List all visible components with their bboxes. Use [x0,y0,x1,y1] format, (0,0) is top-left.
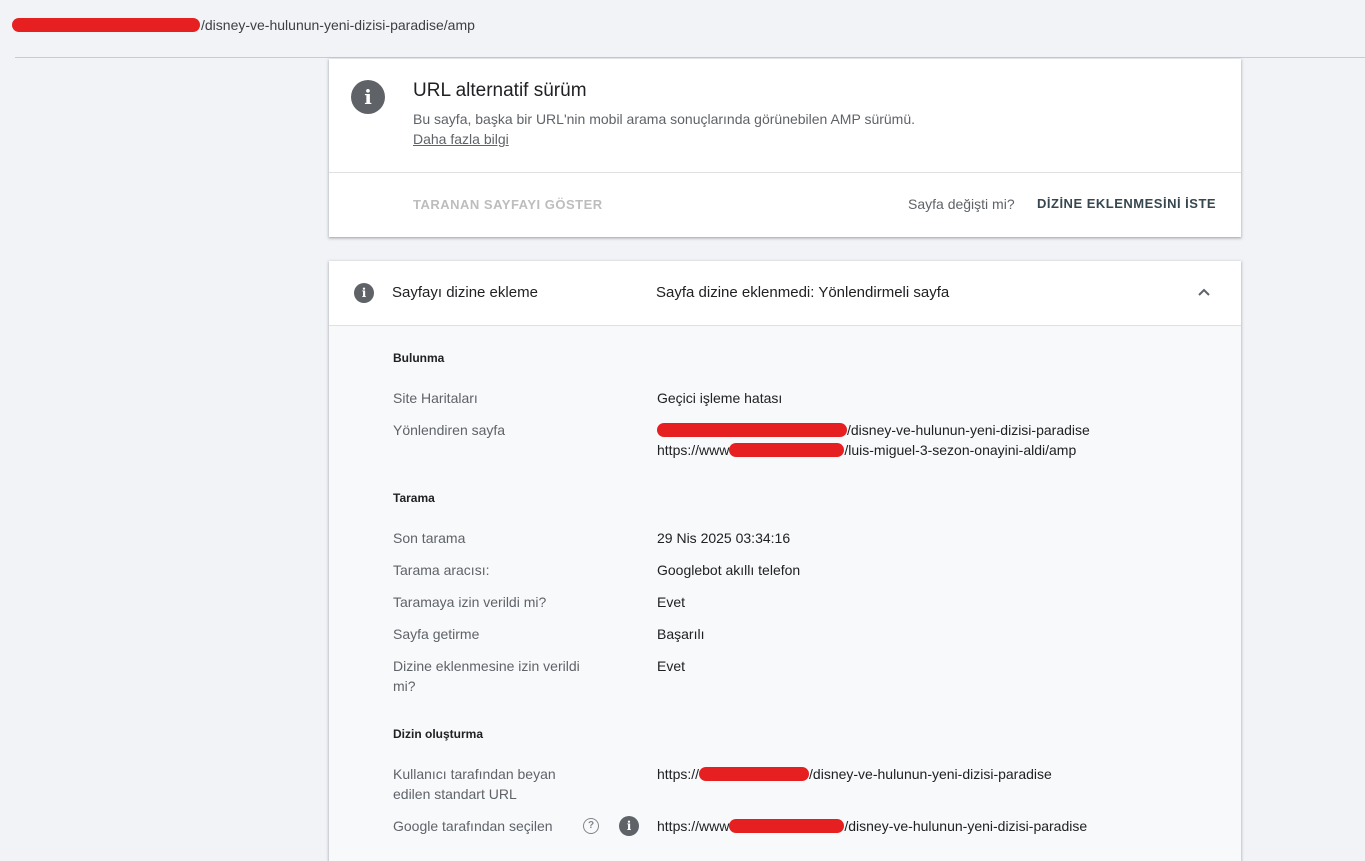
indexing-allowed-label: Dizine eklenmesine izin verildi mi? [393,658,580,694]
google-canonical-label: Google tarafından seçilen [393,818,553,834]
page-changed-text: Sayfa değişti mi? [908,196,1015,212]
page-indexing-status: Sayfa dizine eklenmedi: Yönlendirmeli sa… [656,284,950,301]
sitemaps-value: Geçici işleme hatası [657,390,783,406]
sitemaps-label: Site Haritaları [393,390,478,406]
status-title: URL alternatif sürüm [413,80,587,101]
user-canonical-suffix: /disney-ve-hulunun-yeni-dizisi-paradise [809,766,1052,782]
section-crawl-title: Tarama [393,491,435,505]
crawl-allowed-label: Taramaya izin verildi mi? [393,594,547,610]
view-crawled-page-button[interactable]: TARANAN SAYFAYI GÖSTER [413,197,603,212]
card-divider [329,172,1241,173]
redaction-mark [657,423,847,437]
request-indexing-button[interactable]: DİZİNE EKLENMESİNİ İSTE [1037,196,1216,211]
user-canonical-prefix: https:// [657,766,700,782]
referring-page-1-suffix: /disney-ve-hulunun-yeni-dizisi-paradise [847,422,1090,438]
user-canonical-label: Kullanıcı tarafından beyan edilen standa… [393,766,556,802]
info-icon: i [354,283,374,303]
chevron-up-icon[interactable] [1197,285,1211,299]
info-icon: i [351,80,385,114]
crawled-as-label: Tarama aracısı: [393,562,490,578]
page-fetch-value: Başarılı [657,626,705,642]
user-canonical-value[interactable]: https:// /disney-ve-hulunun-yeni-dizisi-p… [657,764,1052,784]
section-discovery-title: Bulunma [393,351,445,365]
redaction-mark [12,18,200,32]
referring-page-2-prefix: https://www [657,442,730,458]
redaction-mark [699,767,810,781]
header-divider [15,57,1365,58]
google-canonical-suffix: /disney-ve-hulunun-yeni-dizisi-paradise [844,818,1088,834]
google-canonical-prefix: https://www [657,818,730,834]
redaction-mark [729,443,845,457]
url-header: /disney-ve-hulunun-yeni-dizisi-paradise/… [0,0,1365,58]
section-indexing-title: Dizin oluşturma [393,727,484,741]
inspected-url: /disney-ve-hulunun-yeni-dizisi-paradise/… [12,17,475,33]
status-description: Bu sayfa, başka bir URL'nin mobil arama … [413,111,916,127]
page-fetch-label: Sayfa getirme [393,626,480,642]
last-crawl-label: Son tarama [393,530,466,546]
referring-page-2[interactable]: https://www/luis-miguel-3-sezon-onayini-… [657,440,1076,460]
crawl-allowed-value: Evet [657,594,686,610]
crawled-as-value: Googlebot akıllı telefon [657,562,801,578]
help-icon[interactable]: ? [583,818,599,834]
redaction-mark [729,819,845,833]
learn-more-link[interactable]: Daha fazla bilgi [413,131,509,147]
referring-page-2-suffix: /luis-miguel-3-sezon-onayini-aldi/amp [844,442,1077,458]
page-indexing-card: i Sayfayı dizine ekleme Sayfa dizine ekl… [329,261,1241,861]
info-icon[interactable]: i [619,816,639,836]
google-canonical-value[interactable]: https://www/disney-ve-hulunun-yeni-dizis… [657,816,1087,836]
referring-page-1[interactable]: /disney-ve-hulunun-yeni-dizisi-paradise [657,420,1090,440]
inspected-url-suffix: /disney-ve-hulunun-yeni-dizisi-paradise/… [201,17,475,33]
page-indexing-label: Sayfayı dizine ekleme [392,284,538,301]
last-crawl-value: 29 Nis 2025 03:34:16 [657,530,791,546]
referring-page-label: Yönlendiren sayfa [393,422,506,438]
indexing-allowed-value: Evet [657,658,686,674]
page-indexing-header[interactable]: i Sayfayı dizine ekleme Sayfa dizine ekl… [329,261,1241,326]
url-status-card: i URL alternatif sürüm Bu sayfa, başka b… [329,59,1241,237]
